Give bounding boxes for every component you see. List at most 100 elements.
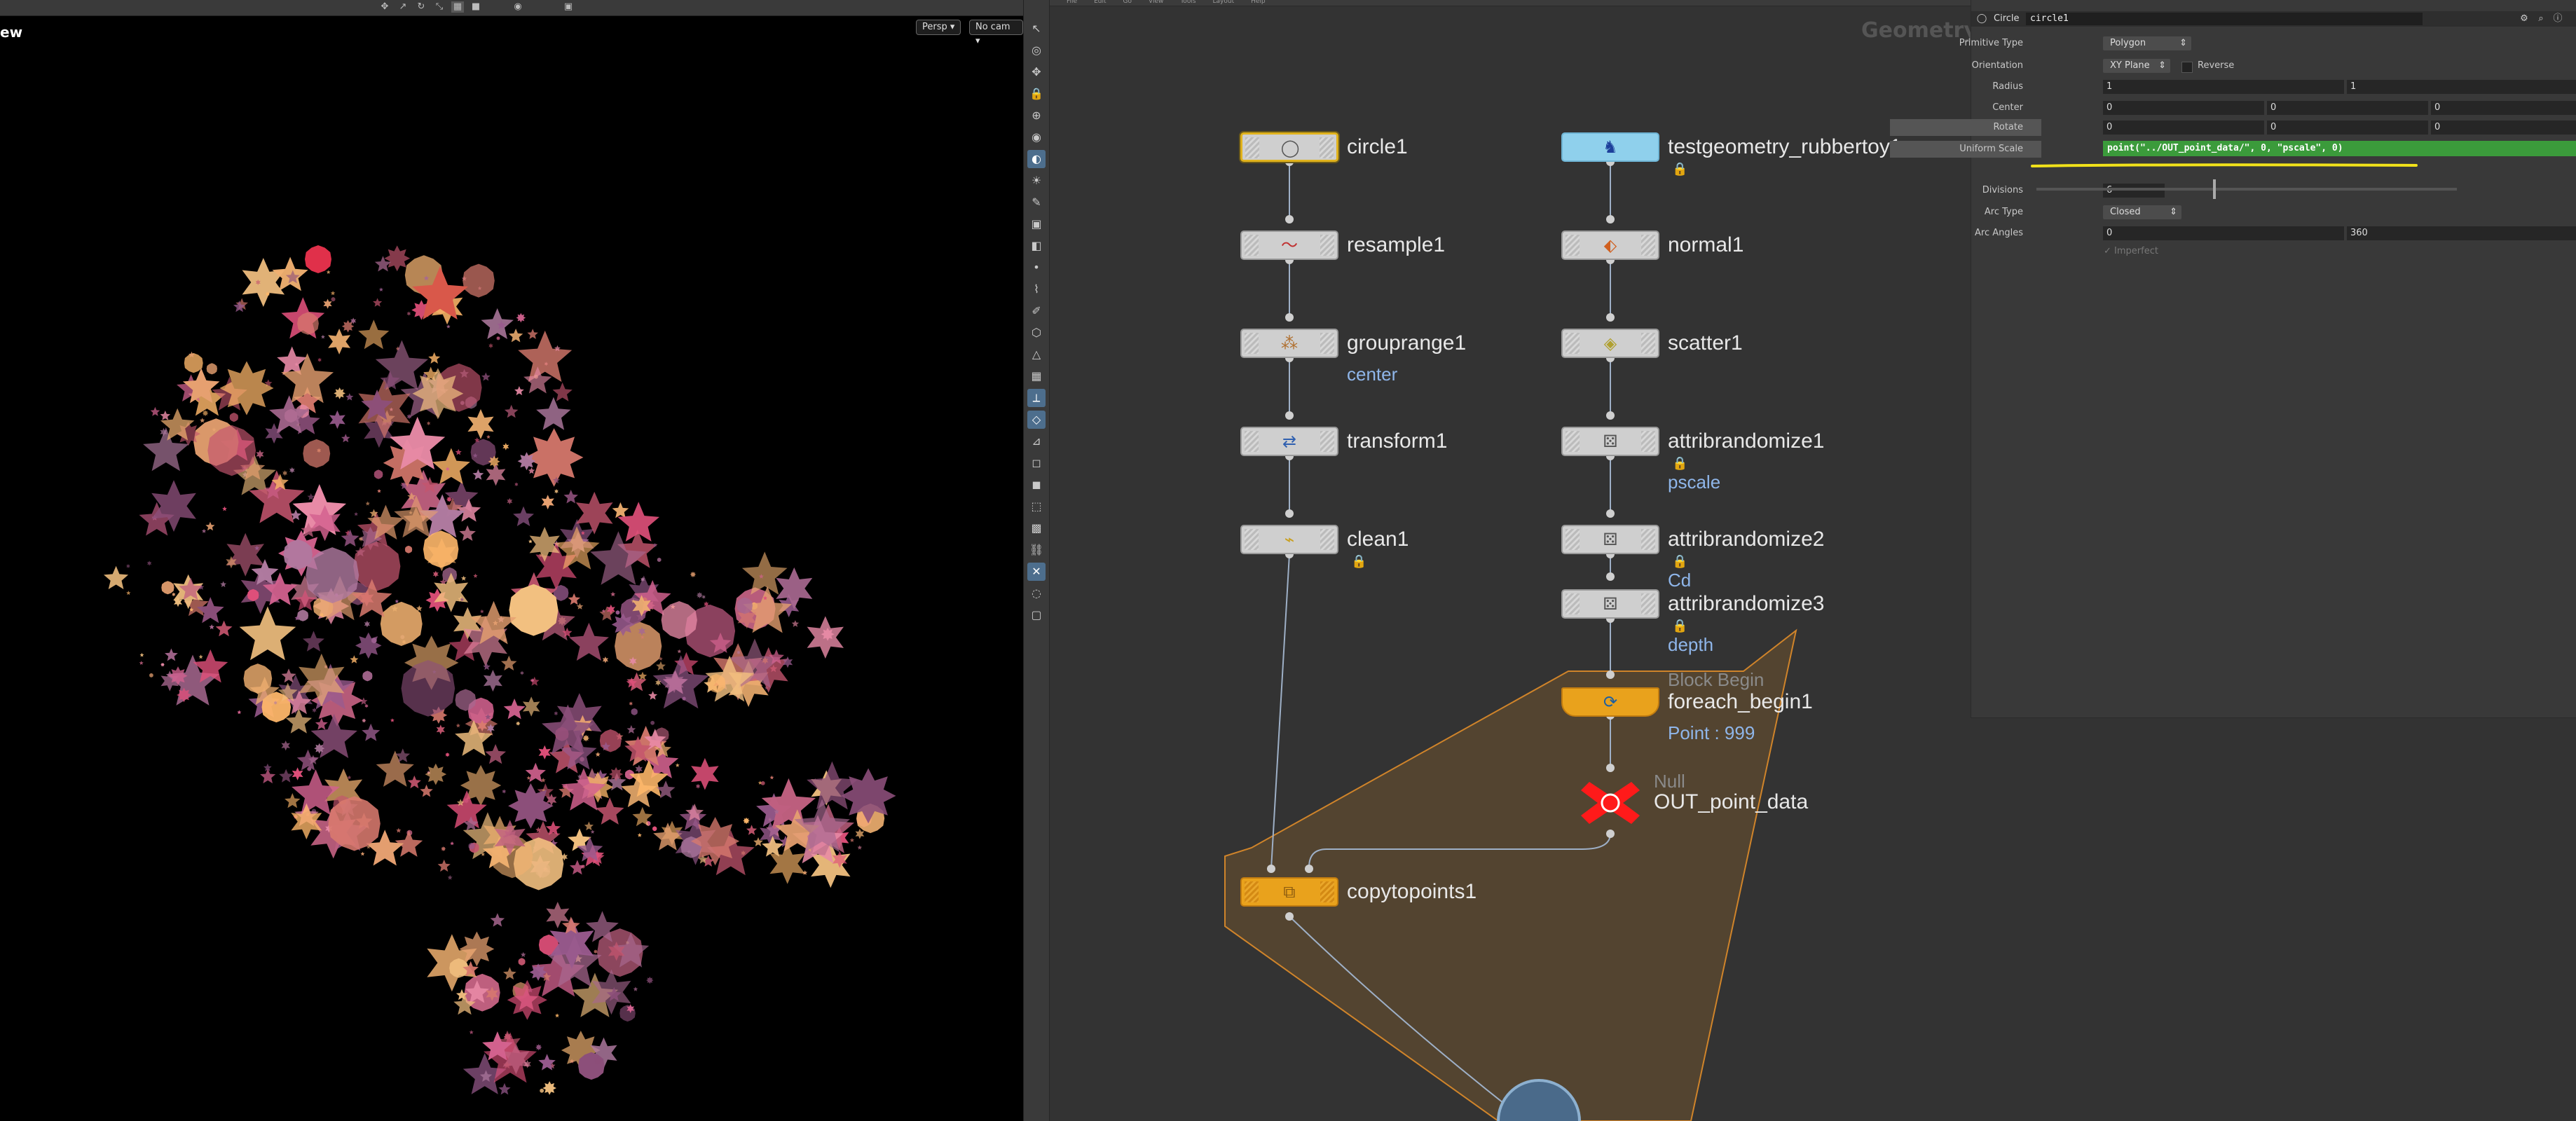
dice-icon: ⚄ [1603,530,1618,549]
node-rubbertoy-body[interactable]: ♞ [1561,132,1659,162]
orientation-menu[interactable]: XY Plane ⇕ [2103,59,2170,73]
light-icon[interactable]: ☀ [1027,172,1046,190]
wireframe-icon[interactable]: ◻ [1027,454,1046,472]
broom-icon: ⌁ [1284,530,1295,549]
node-copytopoints1-body[interactable]: ⧉ [1240,877,1338,907]
arc-type-menu[interactable]: Closed ⇕ [2103,205,2181,219]
node-attribrandomize2-label: attribrandomize2 [1668,528,1825,551]
render-icon[interactable]: ▣ [562,1,575,13]
grid-icon[interactable]: ▦ [451,1,464,13]
scatter-star [611,613,635,636]
record-icon[interactable]: ■ [470,1,482,13]
gear-icon[interactable]: ⚙ [2518,13,2530,25]
lock-icon[interactable]: 🔒 [1351,554,1366,569]
scatter-star [260,769,276,784]
grid-icon[interactable]: ▦ [1027,367,1046,385]
scatter-star [198,654,203,659]
search-icon[interactable]: ⌕ [2535,13,2547,25]
scatter-star [202,528,207,533]
node-attribrandomize2-body[interactable]: ⚄ [1561,525,1659,554]
node-foreach-body[interactable]: ⟳ [1561,687,1659,717]
delete-icon[interactable]: ✕ [1027,563,1046,581]
scatter-star [139,661,144,665]
lock-icon[interactable]: 🔒 [1672,619,1687,633]
rotate-x-field[interactable]: 0 [2103,121,2264,135]
divisions-field[interactable]: 6 [2103,184,2165,198]
help-icon[interactable]: ⓘ [2551,13,2564,25]
uniform-scale-expression[interactable]: point("../OUT_point_data/", 0, "pscale",… [2103,141,2576,156]
select-icon[interactable]: ↖ [1027,20,1046,38]
scatter-star [310,713,357,758]
scatter-star [160,411,171,420]
paint-icon[interactable]: ✐ [1027,302,1046,320]
camera-icon[interactable]: ◉ [512,1,524,13]
snap-icon[interactable]: ⊕ [1027,106,1046,125]
node-resample1-body[interactable]: 〜 [1240,231,1338,260]
brush-icon[interactable]: ⌇ [1027,280,1046,298]
node-out-point-data[interactable]: Null OUT_point_data [1575,771,1808,834]
reverse-checkbox[interactable] [2181,62,2193,73]
null-x-icon[interactable] [1575,775,1645,831]
scatter-star [461,575,467,581]
measure-icon[interactable]: ⊿ [1027,432,1046,451]
center-y-field[interactable]: 0 [2267,101,2428,115]
arc-start-field[interactable]: 0 [2103,226,2344,240]
divisions-slider[interactable] [2036,188,2457,191]
rotate-z-field[interactable]: 0 [2431,121,2576,135]
lock-icon[interactable]: 🔒 [1672,162,1687,177]
link-icon[interactable]: ⛓ [1027,541,1046,559]
node-circle1-body[interactable]: ◯ [1240,132,1338,162]
arc-end-field[interactable]: 360 [2347,226,2576,240]
center-z-field[interactable]: 0 [2431,101,2576,115]
scatter-star [377,488,381,493]
circle-icon: ◯ [1280,138,1300,158]
node-grouprange1-body[interactable]: ⁂ [1240,329,1338,358]
scatter-star [582,734,589,742]
lock-icon[interactable]: 🔒 [1027,85,1046,103]
display-icon[interactable]: ◧ [1027,237,1046,255]
primitive-icon[interactable]: ◇ [1027,411,1046,429]
scatter-star [209,624,214,630]
shaded-icon[interactable]: ◼ [1027,476,1046,494]
scene-viewport[interactable]: ✥ ↗ ↻ ⤡ ▦ ■ ◉ ▣ ew Persp ▾ No cam ▾ [0,0,1023,1121]
rotate-y-field[interactable]: 0 [2267,121,2428,135]
handle-icon[interactable]: ✥ [1027,63,1046,81]
lock-icon[interactable]: 🔒 [1672,456,1687,471]
point-icon[interactable]: • [1027,259,1046,277]
eye-icon[interactable]: ◐ [1027,150,1046,168]
uv-icon[interactable]: ⬚ [1027,497,1046,516]
texture-icon[interactable]: ▩ [1027,519,1046,537]
render-icon[interactable]: ▣ [1027,215,1046,233]
frame-icon[interactable]: ▢ [1027,606,1046,624]
imperfect-option[interactable]: ✓ Imperfect [2104,246,2158,256]
node-name-field[interactable]: circle1 [2026,13,2423,25]
move-icon[interactable]: ↗ [397,1,409,13]
ruler-icon[interactable]: ⟂ [1027,389,1046,407]
scatter-star [432,570,439,578]
pin-icon[interactable]: ✎ [1027,193,1046,212]
node-attribrandomize1-body[interactable]: ⚄ [1561,427,1659,456]
node-transform1-body[interactable]: ⇄ [1240,427,1338,456]
view-icon[interactable]: ◎ [1027,41,1046,60]
snap-icon[interactable]: ✥ [378,1,391,13]
lock-icon[interactable]: 🔒 [1672,554,1687,569]
divisions-slider-handle[interactable] [2213,179,2216,199]
scatter-star [407,775,421,789]
scatter-star [350,655,359,663]
scale-icon[interactable]: ⤡ [433,1,446,13]
rotate-icon[interactable]: ↻ [415,1,427,13]
primitive-type-menu[interactable]: Polygon ⇕ [2103,36,2191,50]
radius-y-field[interactable]: 1 [2347,80,2576,94]
shape-icon[interactable]: △ [1027,345,1046,364]
center-x-field[interactable]: 0 [2103,101,2264,115]
node-clean1-body[interactable]: ⌁ [1240,525,1338,554]
node-scatter1-body[interactable]: ◈ [1561,329,1659,358]
node-normal1-body[interactable]: ⬖ [1561,231,1659,260]
scatter-star [222,506,227,511]
node-attribrandomize3-body[interactable]: ⚄ [1561,589,1659,619]
radius-x-field[interactable]: 1 [2103,80,2344,94]
group-icon[interactable]: ⬡ [1027,324,1046,342]
camera-icon[interactable]: ◉ [1027,128,1046,146]
ghost-icon[interactable]: ◌ [1027,584,1046,603]
scatter-star [646,976,654,984]
